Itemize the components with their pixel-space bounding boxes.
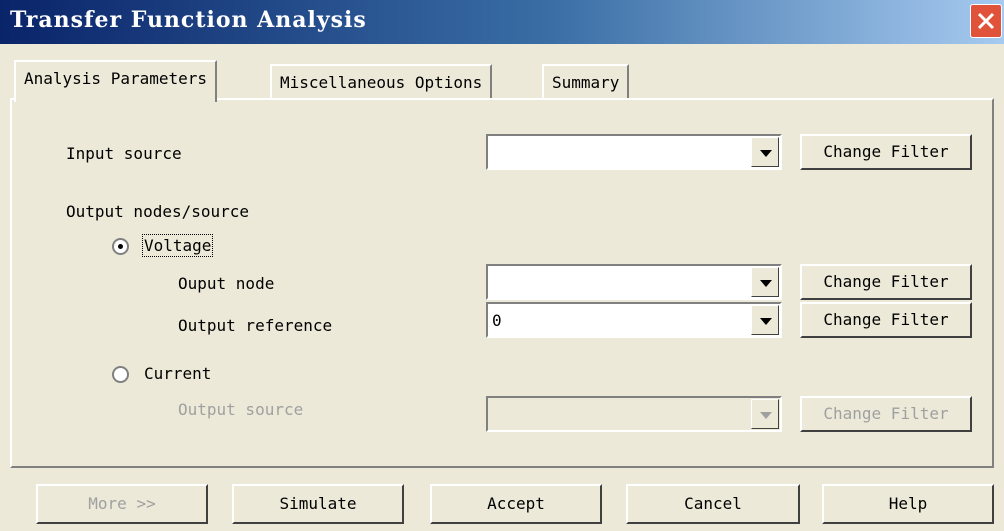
accept-button[interactable]: Accept [430, 484, 602, 524]
input-source-select[interactable] [486, 134, 782, 170]
close-icon [977, 12, 995, 30]
voltage-label[interactable]: Voltage [141, 234, 214, 257]
output-node-label: Ouput node [178, 274, 275, 293]
output-reference-change-filter-button[interactable]: Change Filter [800, 302, 972, 338]
current-radio[interactable] [112, 366, 129, 383]
tab-analysis-parameters[interactable]: Analysis Parameters [14, 60, 218, 102]
cancel-button[interactable]: Cancel [626, 484, 800, 524]
output-reference-value: 0 [492, 311, 502, 330]
chevron-down-icon[interactable] [751, 399, 779, 429]
help-button[interactable]: Help [822, 484, 994, 524]
output-reference-select[interactable]: 0 [486, 302, 782, 338]
input-source-change-filter-button[interactable]: Change Filter [800, 134, 972, 170]
chevron-down-icon[interactable] [751, 267, 779, 297]
more-button[interactable]: More >> [36, 484, 208, 524]
close-button[interactable] [970, 4, 1002, 38]
tab-miscellaneous-options[interactable]: Miscellaneous Options [270, 64, 493, 100]
simulate-button[interactable]: Simulate [232, 484, 404, 524]
output-source-change-filter-button[interactable]: Change Filter [800, 396, 972, 432]
output-group-label: Output nodes/source [66, 202, 250, 221]
current-label[interactable]: Current [144, 364, 211, 383]
output-reference-label: Output reference [178, 316, 333, 335]
output-source-label: Output source [178, 400, 304, 419]
output-node-change-filter-button[interactable]: Change Filter [800, 264, 972, 300]
chevron-down-icon[interactable] [751, 137, 779, 167]
title-bar: Transfer Function Analysis [0, 0, 1004, 44]
input-source-label: Input source [66, 144, 182, 163]
output-node-select[interactable] [486, 264, 782, 300]
tab-summary[interactable]: Summary [542, 64, 630, 100]
chevron-down-icon[interactable] [751, 305, 779, 335]
dialog-title: Transfer Function Analysis [10, 7, 367, 33]
output-source-select[interactable] [486, 396, 782, 432]
voltage-radio[interactable] [112, 238, 129, 255]
